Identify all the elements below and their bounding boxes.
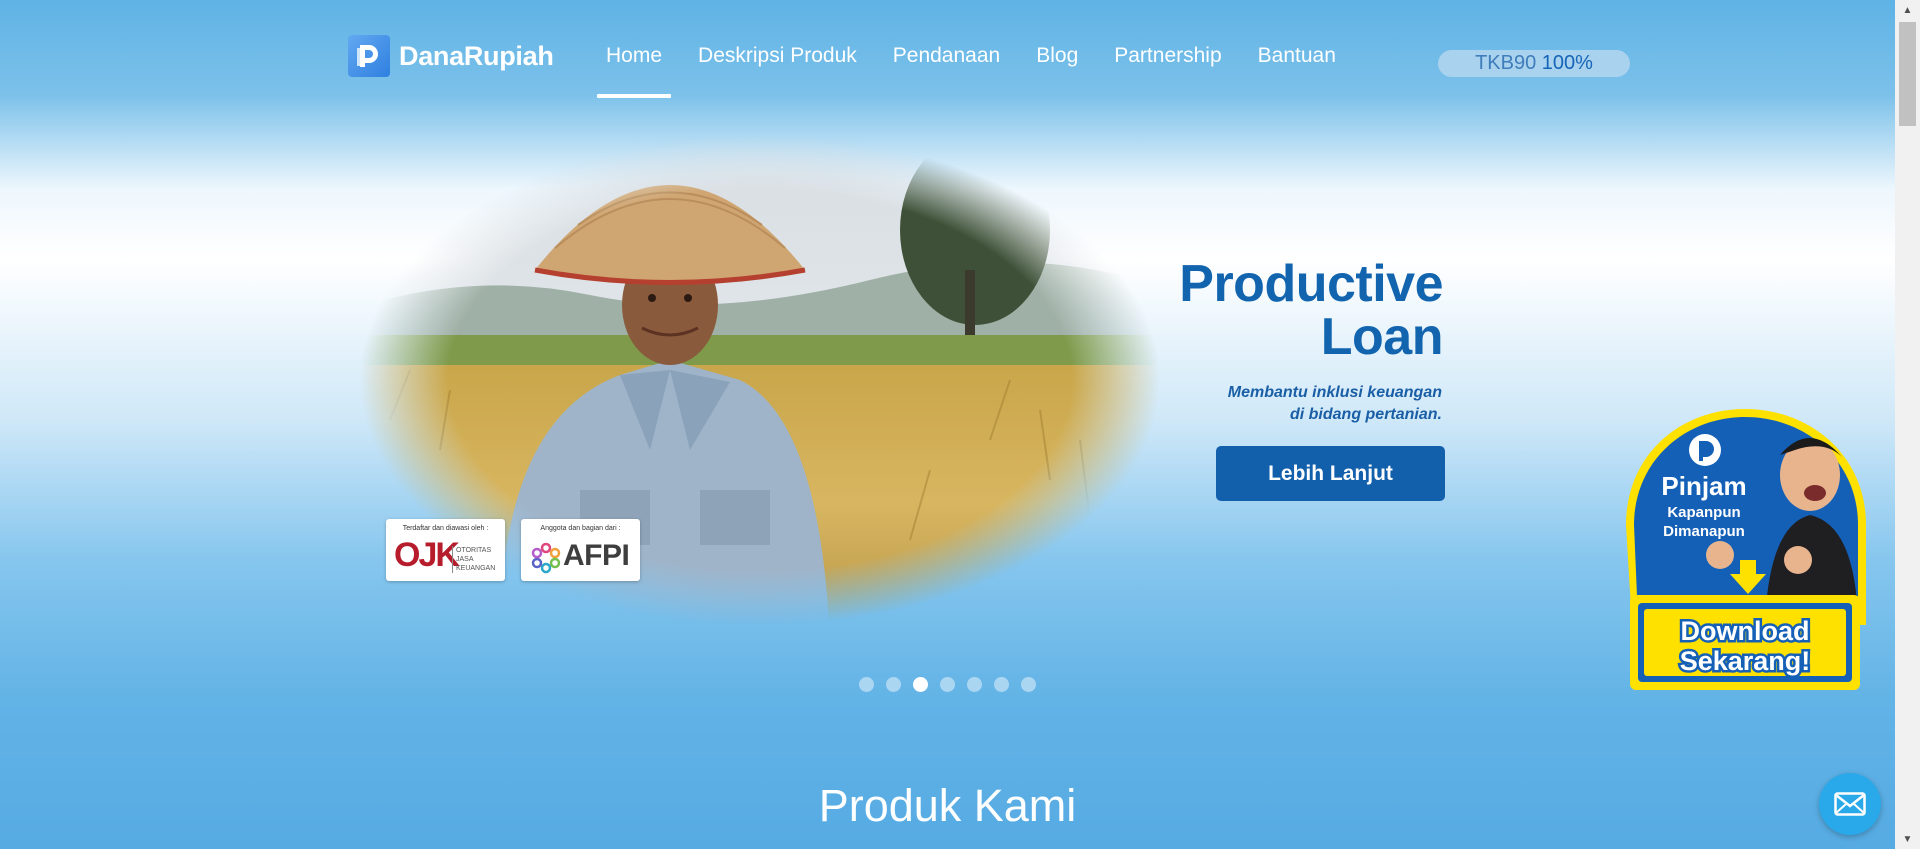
tkb-badge: TKB90 100% bbox=[1438, 50, 1630, 77]
hero-subtitle-line2: di bidang pertanian. bbox=[1289, 406, 1442, 423]
nav-partnership[interactable]: Partnership bbox=[1105, 44, 1230, 98]
hero-title: Productive Loan bbox=[1043, 258, 1443, 364]
tkb-value: 100% bbox=[1541, 52, 1593, 74]
ojk-badge: Terdaftar dan diawasi oleh : OJK OTORITA… bbox=[386, 519, 505, 581]
ojk-subtitle: OTORITAS JASA KEUANGAN bbox=[452, 546, 502, 573]
afpi-badge: Anggota dan bagian dari : AFPI bbox=[521, 519, 640, 581]
promo-line1: Pinjam bbox=[1661, 471, 1746, 501]
ojk-logo: OJK bbox=[394, 536, 460, 574]
nav-deskripsi-produk[interactable]: Deskripsi Produk bbox=[689, 44, 866, 98]
afpi-logo-icon bbox=[531, 542, 561, 574]
carousel-dot[interactable] bbox=[994, 677, 1009, 692]
promo-line3: Dimanapun bbox=[1663, 523, 1745, 540]
mail-icon bbox=[1834, 792, 1866, 816]
afpi-logo: AFPI bbox=[563, 539, 630, 572]
brand-name: DanaRupiah bbox=[399, 40, 554, 71]
hero-subtitle: Membantu inklusi keuangan di bidang pert… bbox=[1112, 382, 1442, 426]
hero-title-line2: Loan bbox=[1320, 308, 1444, 366]
carousel-dot[interactable] bbox=[967, 677, 982, 692]
hero-title-line1: Productive bbox=[1179, 255, 1443, 313]
hero-subtitle-line1: Membantu inklusi keuangan bbox=[1227, 384, 1442, 401]
carousel-dot[interactable] bbox=[886, 677, 901, 692]
ojk-caption: Terdaftar dan diawasi oleh : bbox=[402, 525, 489, 532]
brand-logo[interactable]: DanaRupiah bbox=[348, 35, 554, 77]
page-scrollbar[interactable]: ▲ ▼ bbox=[1895, 0, 1920, 849]
promo-line2: Kapanpun bbox=[1667, 504, 1740, 521]
carousel-dot[interactable] bbox=[940, 677, 955, 692]
nav-blog[interactable]: Blog bbox=[1027, 44, 1087, 98]
carousel-dot[interactable] bbox=[1021, 677, 1036, 692]
carousel-indicators bbox=[859, 677, 1048, 692]
promo-cta-line2: Sekarang! bbox=[1680, 646, 1811, 676]
scroll-down-arrow-icon[interactable]: ▼ bbox=[1895, 829, 1920, 849]
nav-home[interactable]: Home bbox=[597, 44, 672, 98]
afpi-caption: Anggota dan bagian dari : bbox=[540, 525, 621, 532]
carousel-dot-active[interactable] bbox=[913, 677, 928, 692]
site-header: DanaRupiah Home Deskripsi Produk Pendana… bbox=[0, 0, 1895, 100]
contact-mail-button[interactable] bbox=[1819, 773, 1881, 835]
tkb-label: TKB90 bbox=[1475, 52, 1537, 74]
lebih-lanjut-button[interactable]: Lebih Lanjut bbox=[1216, 446, 1445, 501]
danarupiah-logo-icon bbox=[348, 35, 390, 77]
scroll-thumb[interactable] bbox=[1899, 22, 1916, 126]
produk-kami-heading: Produk Kami bbox=[818, 780, 1077, 831]
download-app-promo[interactable]: Pinjam Kapanpun Dimanapun Download Sekar… bbox=[1620, 405, 1870, 695]
scroll-up-arrow-icon[interactable]: ▲ bbox=[1895, 0, 1920, 20]
nav-pendanaan[interactable]: Pendanaan bbox=[884, 44, 1009, 98]
main-nav: Home Deskripsi Produk Pendanaan Blog Par… bbox=[597, 44, 1363, 98]
nav-bantuan[interactable]: Bantuan bbox=[1249, 44, 1345, 98]
promo-cta-line1: Download bbox=[1681, 616, 1810, 646]
carousel-dot[interactable] bbox=[859, 677, 874, 692]
